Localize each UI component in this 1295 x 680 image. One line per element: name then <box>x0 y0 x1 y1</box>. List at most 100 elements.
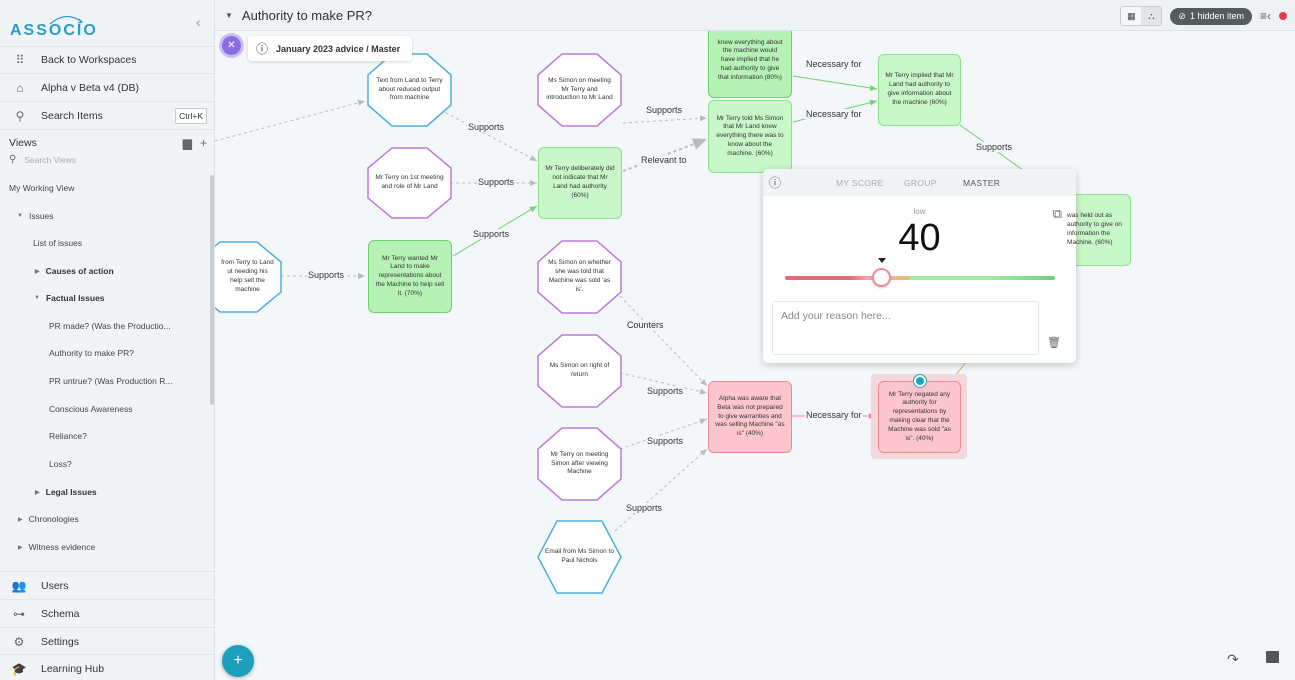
panel-toggle-icon[interactable]: ≡‹ <box>1260 9 1271 23</box>
export-image-icon[interactable] <box>1266 651 1279 663</box>
tree-item-my-working-view[interactable]: My Working View <box>9 183 74 193</box>
evidence-node[interactable]: from Terry to Land ut needing his help s… <box>215 241 282 313</box>
tree-item-authority-to-make-pr[interactable]: Authority to make PR? <box>49 348 134 358</box>
proposition-node[interactable]: Mr Terry wanted Mr Land to make represen… <box>368 240 452 313</box>
proposition-node[interactable]: Mr Terry deliberately did not indicate t… <box>538 147 622 219</box>
graph-canvas[interactable]: Supports Supports Supports Supports Supp… <box>215 31 1295 680</box>
tree-item-conscious-awareness[interactable]: Conscious Awareness <box>49 404 132 414</box>
nav-search-items[interactable]: ⚲ Search Items Ctrl+K <box>0 102 214 130</box>
proposition-node[interactable]: Mr Terry told Ms Simon that Mr Land knew… <box>708 100 792 173</box>
node-text: Ms Simon on whether she was told that Ma… <box>548 259 611 293</box>
nav-workspace-home[interactable]: ⌂ Alpha v Beta v4 (DB) <box>0 74 214 102</box>
nav-back-to-workspaces[interactable]: ⠿ Back to Workspaces <box>0 46 214 74</box>
tree-item-factual-issues[interactable]: ▼ Factual Issues <box>34 293 105 303</box>
tab-master[interactable]: MASTER <box>963 178 1000 188</box>
tree-label: Loss? <box>49 459 72 469</box>
witness-node[interactable]: Ms Simon on whether she was told that Ma… <box>537 240 622 314</box>
node-text: Mr Terry on meeting Simon after viewing … <box>550 450 609 476</box>
node-text: was held out as authority to give on inf… <box>1067 212 1122 246</box>
tree-item-legal-issues[interactable]: ▶ Legal Issues <box>35 487 97 497</box>
witness-node[interactable]: Ms Simon on right of return <box>537 334 622 408</box>
evidence-node[interactable]: Text from Land to Terry about reduced ou… <box>367 53 452 127</box>
edge[interactable] <box>792 75 878 91</box>
close-version-button[interactable]: ✕ <box>222 36 241 55</box>
edge-label: Necessary for <box>805 410 863 420</box>
witness-node[interactable]: Mr Terry on 1st meeting and role of Mr L… <box>367 147 452 219</box>
tree-label: Conscious Awareness <box>49 404 133 414</box>
node-text: Mr Terry told Ms Simon that Mr Land knew… <box>716 114 784 157</box>
version-chip: ⓘ January 2023 advice / Master <box>248 36 413 61</box>
trash-icon[interactable]: 🗑 <box>1047 336 1061 349</box>
edge-label: Supports <box>472 229 511 239</box>
tab-my-score[interactable]: MY SCORE <box>836 178 884 188</box>
nav-schema[interactable]: ⊶ Schema <box>0 599 214 627</box>
tree-item-chronologies[interactable]: ▶ Chronologies <box>18 514 79 524</box>
hidden-items-badge[interactable]: ⊘ 1 hidden item <box>1170 7 1252 25</box>
search-icon: ⚲ <box>9 154 17 165</box>
edge[interactable] <box>619 295 708 387</box>
node-text: Mr Terry negated any authority for repre… <box>888 390 951 442</box>
app-root: ASSOCIO ‹ ⠿ Back to Workspaces ⌂ Alpha v… <box>0 0 1295 680</box>
tree-item-reliance[interactable]: Reliance? <box>49 431 87 441</box>
node-text: Ms Simon on meeting Mr Terry and introdu… <box>546 76 613 102</box>
edge-label: Supports <box>307 270 346 280</box>
nav-label: Learning Hub <box>41 662 105 675</box>
witness-node[interactable]: Ms Simon on meeting Mr Terry and introdu… <box>537 53 622 127</box>
proposition-node[interactable]: Mr Terry implied that Mr Land had author… <box>878 54 961 126</box>
caret-down-icon: ▼ <box>34 295 40 301</box>
tree-item-issues[interactable]: ▼ Issues <box>17 211 54 221</box>
tree-item-witness-evidence[interactable]: ▶ Witness evidence <box>18 542 95 552</box>
node-text: Mr Terry implied that Mr Land had author… <box>885 72 954 106</box>
add-folder-icon[interactable]: ▆ <box>183 136 192 150</box>
tree-label: PR untrue? (Was Production R... <box>49 376 173 386</box>
tree-item-pr-made[interactable]: PR made? (Was the Productio... <box>49 321 171 331</box>
nav-settings[interactable]: ⚙ Settings <box>0 627 214 655</box>
connect-handle[interactable] <box>914 375 926 387</box>
nav-label: Back to Workspaces <box>41 54 137 66</box>
search-views-input[interactable]: ⚲ Search Views <box>9 154 76 165</box>
tree-item-loss[interactable]: Loss? <box>49 459 72 469</box>
proposition-node[interactable]: Alpha was aware that Beta was not prepar… <box>708 381 792 453</box>
node-text: knew everything about the machine would … <box>717 38 783 81</box>
chevron-left-icon[interactable]: ‹ <box>196 14 201 30</box>
version-label: January 2023 advice / Master <box>276 43 401 54</box>
edge-label: Supports <box>477 177 516 187</box>
add-item-button[interactable]: + <box>222 645 254 677</box>
selected-proposition-node[interactable]: Mr Terry negated any authority for repre… <box>878 381 961 453</box>
tree-label: PR made? (Was the Productio... <box>49 321 171 331</box>
edge[interactable] <box>215 99 366 142</box>
nav-learning-hub[interactable]: 🎓 Learning Hub <box>0 654 214 680</box>
add-view-icon[interactable]: + <box>200 136 207 150</box>
table-view-icon[interactable]: ▦ <box>1121 7 1142 25</box>
sidebar: ASSOCIO ‹ ⠿ Back to Workspaces ⌂ Alpha v… <box>0 0 215 680</box>
edge[interactable] <box>622 115 708 124</box>
edge-label: Necessary for <box>805 109 863 119</box>
copy-icon[interactable]: ⧉ <box>1053 206 1062 222</box>
score-level-label: low <box>913 207 926 216</box>
tree-label: My Working View <box>9 183 75 193</box>
proposition-node[interactable]: knew everything about the machine would … <box>708 31 792 98</box>
logo-arc-icon <box>49 15 84 25</box>
node-text: Mr Terry deliberately did not indicate t… <box>545 165 615 199</box>
nav-users[interactable]: 👥 Users <box>0 571 214 599</box>
caret-right-icon: ▶ <box>18 544 23 551</box>
nav-label: Schema <box>41 607 80 620</box>
witness-node[interactable]: Mr Terry on meeting Simon after viewing … <box>537 427 622 501</box>
score-slider-thumb[interactable] <box>872 268 892 287</box>
hidden-items-label: 1 hidden item <box>1189 11 1244 21</box>
tree-item-causes-of-action[interactable]: ▶ Causes of action <box>35 266 114 276</box>
edge[interactable] <box>614 448 708 532</box>
tree-item-list-of-issues[interactable]: List of issues <box>33 238 82 248</box>
view-header: ▼ Authority to make PR? ▦ ⛬ ⊘ 1 hidden i… <box>215 0 1295 31</box>
tab-group[interactable]: GROUP <box>904 178 937 188</box>
score-slider-track[interactable] <box>785 276 1055 280</box>
document-node[interactable]: Email from Ms Simon to Paul Nichols <box>537 520 622 594</box>
sidebar-scrollbar[interactable] <box>210 175 214 405</box>
tree-item-pr-untrue[interactable]: PR untrue? (Was Production R... <box>49 376 172 386</box>
reason-input[interactable] <box>772 301 1039 355</box>
redo-icon[interactable]: ↷ <box>1227 651 1239 668</box>
info-icon[interactable]: ⓘ <box>769 174 781 191</box>
caret-down-icon[interactable]: ▼ <box>225 11 233 20</box>
graph-view-icon[interactable]: ⛬ <box>1141 7 1162 25</box>
node-text: from Terry to Land ut needing his help s… <box>221 259 274 293</box>
